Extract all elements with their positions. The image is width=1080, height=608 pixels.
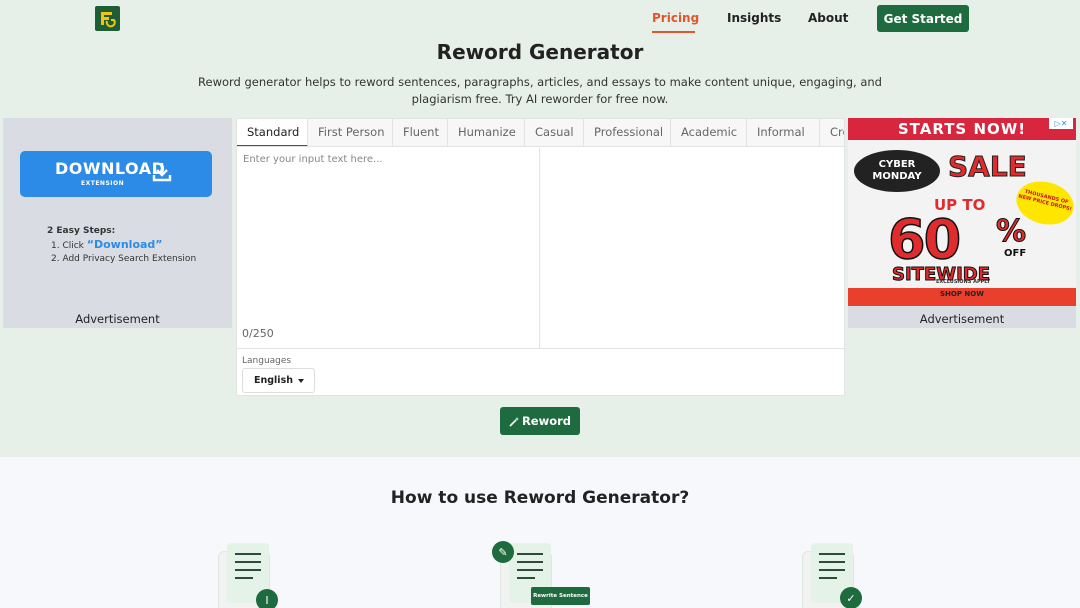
install-steps: 2 Easy Steps: 1. Click “Download” 2. Add… bbox=[47, 225, 196, 266]
tab-fluent[interactable]: Fluent bbox=[393, 119, 448, 146]
sale-banner[interactable]: STARTS NOW! CYBER MONDAY SALE THOUSANDS … bbox=[848, 118, 1076, 306]
how-to-section: How to use Reword Generator? I ✎ Rewrite… bbox=[0, 457, 1080, 608]
percent-sign: % bbox=[995, 214, 1027, 250]
checkmark-icon: ✓ bbox=[840, 587, 862, 608]
reword-editor: Standard First Person Fluent Humanize Ca… bbox=[236, 118, 845, 396]
advertisement-label: Advertisement bbox=[75, 312, 160, 326]
rewrite-sentence-chip: Rewrite Sentence bbox=[531, 587, 590, 605]
languages-label: Languages bbox=[242, 356, 292, 366]
step-illustration-input: I bbox=[218, 543, 278, 608]
nav-link-pricing[interactable]: Pricing bbox=[652, 11, 699, 25]
step-illustration-rewrite: ✎ Rewrite Sentence bbox=[492, 541, 590, 608]
active-nav-indicator bbox=[652, 31, 695, 33]
get-started-button[interactable]: Get Started bbox=[877, 5, 969, 32]
tab-first-person[interactable]: First Person bbox=[308, 119, 393, 146]
language-value: English bbox=[254, 375, 293, 386]
text-cursor-icon: I bbox=[256, 589, 278, 608]
step-illustration-result: ✓ bbox=[802, 543, 862, 608]
logo-icon bbox=[101, 12, 116, 28]
tab-informal[interactable]: Informal bbox=[747, 119, 820, 146]
page-description: Reword generator helps to reword sentenc… bbox=[198, 75, 882, 106]
magic-wand-badge-icon: ✎ bbox=[492, 541, 514, 563]
character-counter: 0/250 bbox=[242, 327, 274, 340]
advertisement-label: Advertisement bbox=[919, 312, 1005, 326]
magic-wand-icon bbox=[509, 416, 519, 427]
how-to-title: How to use Reword Generator? bbox=[390, 488, 690, 508]
tab-creative[interactable]: Creative bbox=[820, 119, 844, 146]
output-pane bbox=[541, 148, 844, 348]
adchoices-icon[interactable]: ▷✕ bbox=[1049, 118, 1073, 129]
tab-academic[interactable]: Academic bbox=[671, 119, 747, 146]
chevron-down-icon bbox=[298, 379, 304, 383]
reword-button-label: Reword bbox=[521, 414, 572, 428]
tab-humanize[interactable]: Humanize bbox=[448, 119, 525, 146]
mode-tabs: Standard First Person Fluent Humanize Ca… bbox=[237, 119, 844, 147]
discount-number: 60 bbox=[887, 207, 962, 272]
step-1-text: 1. Click bbox=[51, 241, 87, 251]
off-text: OFF bbox=[1004, 248, 1027, 259]
advertisement-left[interactable]: DOWNLOAD EXTENSION 2 Easy Steps: 1. Clic… bbox=[3, 118, 232, 328]
tab-professional[interactable]: Professional bbox=[584, 119, 671, 146]
top-navigation: Pricing Insights About Get Started bbox=[0, 0, 1080, 36]
banner-body: CYBER MONDAY SALE THOUSANDS OF NEW PRICE… bbox=[848, 140, 1076, 288]
exclusions-text: EXCLUSIONS APPLY bbox=[936, 279, 991, 285]
nav-link-about[interactable]: About bbox=[808, 11, 848, 25]
download-extension-button[interactable]: DOWNLOAD EXTENSION bbox=[20, 151, 212, 197]
reword-button[interactable]: Reword bbox=[500, 407, 580, 435]
cyber-monday-badge: CYBER MONDAY bbox=[854, 150, 940, 192]
tab-standard[interactable]: Standard bbox=[237, 119, 308, 146]
steps-title: 2 Easy Steps: bbox=[47, 226, 116, 236]
sale-text: SALE bbox=[948, 150, 1028, 184]
language-select[interactable]: English bbox=[242, 368, 315, 393]
nav-link-insights[interactable]: Insights bbox=[727, 11, 781, 25]
page-title: Reword Generator bbox=[436, 40, 644, 64]
input-pane: 0/250 bbox=[237, 148, 540, 348]
step-1: 1. Click “Download” bbox=[47, 238, 196, 253]
download-label: DOWNLOAD bbox=[55, 159, 166, 178]
brand-logo[interactable] bbox=[95, 6, 120, 31]
step-2: 2. Add Privacy Search Extension bbox=[51, 254, 197, 264]
banner-headline: STARTS NOW! bbox=[848, 118, 1076, 140]
input-textarea[interactable] bbox=[237, 148, 540, 323]
language-row: Languages English bbox=[237, 348, 844, 395]
advertisement-right[interactable]: STARTS NOW! CYBER MONDAY SALE THOUSANDS … bbox=[848, 118, 1076, 328]
shop-now-link[interactable]: SHOP NOW bbox=[848, 290, 1076, 298]
download-sublabel: EXTENSION bbox=[81, 180, 125, 187]
tab-casual[interactable]: Casual bbox=[525, 119, 584, 146]
download-icon bbox=[152, 163, 172, 182]
step-1-highlight: “Download” bbox=[86, 238, 163, 251]
